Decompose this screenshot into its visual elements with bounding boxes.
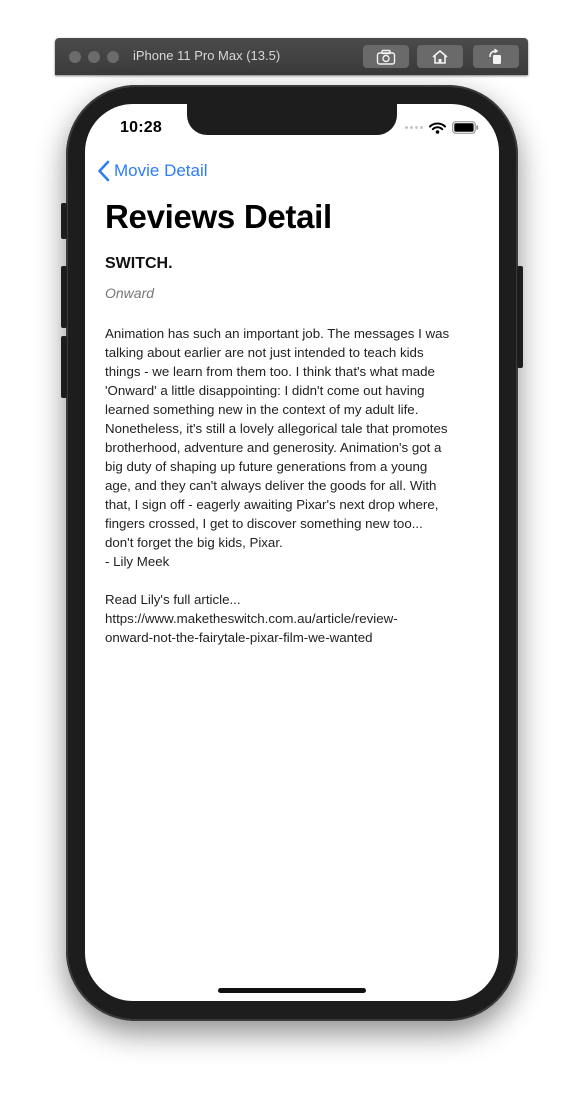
home-icon (432, 49, 448, 64)
home-indicator[interactable] (218, 988, 366, 993)
review-line: things - we learn from them too. I think… (105, 364, 435, 379)
review-line: Animation has such an important job. The… (105, 326, 450, 341)
status-time: 10:28 (120, 119, 162, 136)
minimize-window-button[interactable] (88, 51, 100, 63)
read-article-label: Read Lily's full article... (105, 592, 241, 607)
review-line: big duty of shaping up future generation… (105, 459, 428, 474)
silent-switch (61, 203, 67, 239)
wifi-icon (429, 122, 446, 134)
review-line: don't forget the big kids, Pixar. (105, 535, 283, 550)
review-line: that, I sign off - eagerly awaiting Pixa… (105, 497, 439, 512)
review-content: Animation has such an important job. The… (105, 324, 485, 647)
close-window-button[interactable] (69, 51, 81, 63)
review-line: learned something new in the context of … (105, 402, 419, 417)
review-author: SWITCH. (105, 255, 173, 272)
volume-up-button (61, 266, 67, 328)
volume-down-button (61, 336, 67, 398)
review-line: talking about earlier are not just inten… (105, 345, 424, 360)
chevron-left-icon (98, 160, 110, 182)
review-line: brotherhood, adventure and generosity. A… (105, 440, 442, 455)
rotate-button[interactable] (473, 45, 519, 68)
page-title: Reviews Detail (105, 198, 332, 235)
screenshot-button[interactable] (363, 45, 409, 68)
power-button (517, 266, 523, 368)
back-button-label: Movie Detail (114, 161, 208, 180)
battery-icon (452, 121, 479, 134)
home-button[interactable] (417, 45, 463, 68)
screenshot-icon (376, 49, 396, 65)
review-line: 'Onward' a little disappointing: I didn'… (105, 383, 425, 398)
movie-name: Onward (105, 285, 155, 301)
review-line: Nonetheless, it's still a lovely allegor… (105, 421, 448, 436)
simulator-title-bar: iPhone 11 Pro Max (13.5) (55, 38, 528, 75)
phone-screen: 10:28 Movie Detail Reviews Detail SWITCH… (85, 104, 499, 1001)
notch (187, 104, 397, 135)
review-line: fingers crossed, I get to discover somet… (105, 516, 423, 531)
rotate-icon (489, 48, 501, 64)
review-signature: - Lily Meek (105, 554, 170, 569)
stage: iPhone 11 Pro Max (13.5) 10:28 Movie Det… (0, 0, 584, 1095)
article-link[interactable]: https://www.maketheswitch.com.au/article… (105, 609, 485, 628)
article-link[interactable]: onward-not-the-fairytale-pixar-film-we-w… (105, 628, 485, 647)
simulator-title: iPhone 11 Pro Max (13.5) (133, 48, 281, 63)
zoom-window-button[interactable] (107, 51, 119, 63)
cellular-signal-icon (405, 126, 423, 129)
status-icons (405, 121, 479, 134)
back-button[interactable]: Movie Detail (97, 160, 208, 182)
review-line: age, and they can't always deliver the g… (105, 478, 437, 493)
